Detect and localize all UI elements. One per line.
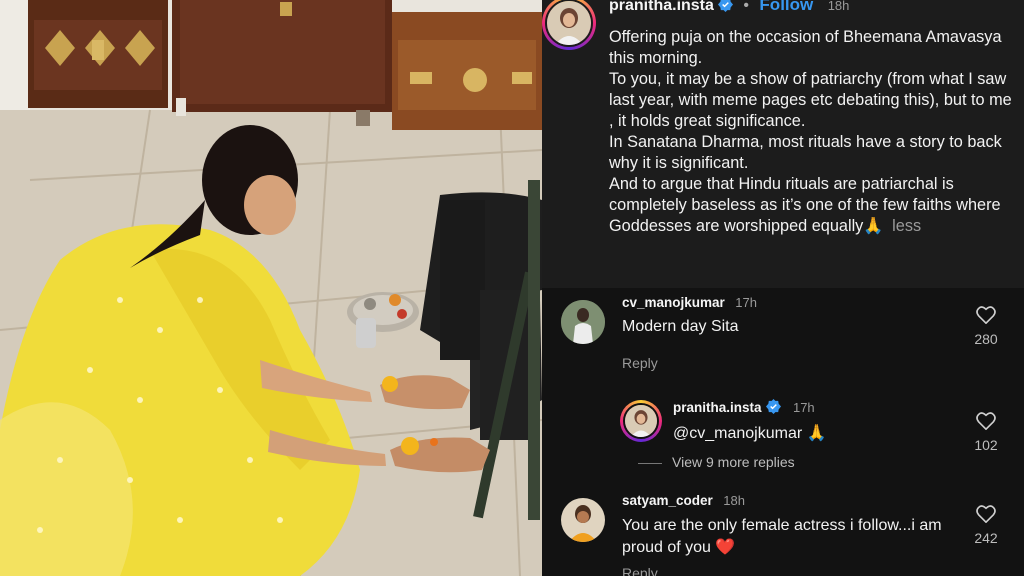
author-avatar[interactable] <box>542 0 596 50</box>
comment-text: Modern day Sita <box>622 318 739 335</box>
chest-right <box>392 12 542 130</box>
verified-badge-icon <box>717 0 733 12</box>
comment-username[interactable]: satyam_coder <box>622 493 713 508</box>
comment-text: @cv_manojkumar 🙏 <box>673 425 827 442</box>
reply-button[interactable]: Reply <box>622 565 658 576</box>
post-time: 18h <box>827 0 850 13</box>
view-replies-label: View 9 more replies <box>672 454 795 470</box>
less-link[interactable]: less <box>892 217 921 235</box>
comment-avatar[interactable] <box>620 400 662 442</box>
avatar-image-icon <box>561 498 605 542</box>
caption-line: To you, it may be a show of patriarchy (… <box>609 70 1012 130</box>
post-username[interactable]: pranitha.insta <box>609 0 714 14</box>
comment-time: 17h <box>735 295 757 310</box>
comment-header: pranitha.insta 17h <box>673 399 815 417</box>
reply-comment-item: pranitha.insta 17h @cv_manojkumar 🙏 View… <box>542 398 1024 478</box>
post-header: pranitha.insta • Follow 18h <box>609 0 849 15</box>
like-button[interactable]: 102 <box>966 412 1006 453</box>
post-caption: Offering puja on the occasion of Bheeman… <box>609 27 1014 237</box>
comment-item: cv_manojkumar 17h Modern day Sita Reply … <box>542 294 1024 384</box>
avatar-image-icon <box>547 1 591 45</box>
like-count: 102 <box>974 437 998 453</box>
caption-line: And to argue that Hindu rituals are patr… <box>609 175 1001 235</box>
replies-divider-line <box>638 462 662 464</box>
post-photo[interactable] <box>0 0 542 576</box>
comment-username[interactable]: pranitha.insta <box>673 400 762 415</box>
like-button[interactable]: 242 <box>966 505 1006 546</box>
cabinet-center <box>172 0 392 126</box>
caption-line: In Sanatana Dharma, most rituals have a … <box>609 133 1002 172</box>
follow-button[interactable]: Follow <box>759 0 813 14</box>
comment-header: cv_manojkumar 17h <box>622 294 757 312</box>
post-caption-section: pranitha.insta • Follow 18h Offering puj… <box>542 0 1024 288</box>
photo-illustration <box>0 0 542 576</box>
comment-time: 18h <box>723 493 745 508</box>
comment-username[interactable]: cv_manojkumar <box>622 295 725 310</box>
avatar-image-icon <box>625 405 657 437</box>
verified-badge-icon <box>765 399 781 414</box>
avatar-image-icon <box>561 300 605 344</box>
separator-dot: • <box>743 0 749 14</box>
like-count: 242 <box>974 530 998 546</box>
heart-outline-icon <box>976 412 996 431</box>
heart-outline-icon <box>976 505 996 524</box>
like-button[interactable]: 280 <box>966 306 1006 347</box>
reply-button[interactable]: Reply <box>622 355 658 371</box>
comment-time: 17h <box>792 400 815 415</box>
comment-item: satyam_coder 18h You are the only female… <box>542 490 1024 576</box>
chest-left <box>28 0 168 108</box>
comment-header: satyam_coder 18h <box>622 492 745 510</box>
view-more-replies-button[interactable]: View 9 more replies <box>638 454 795 470</box>
heart-outline-icon <box>976 306 996 325</box>
comment-text: You are the only female actress i follow… <box>622 517 942 556</box>
comment-avatar[interactable] <box>561 498 605 542</box>
post-panel: pranitha.insta • Follow 18h Offering puj… <box>542 0 1024 576</box>
caption-line: Offering puja on the occasion of Bheeman… <box>609 28 1002 67</box>
comment-avatar[interactable] <box>561 300 605 344</box>
like-count: 280 <box>974 331 998 347</box>
